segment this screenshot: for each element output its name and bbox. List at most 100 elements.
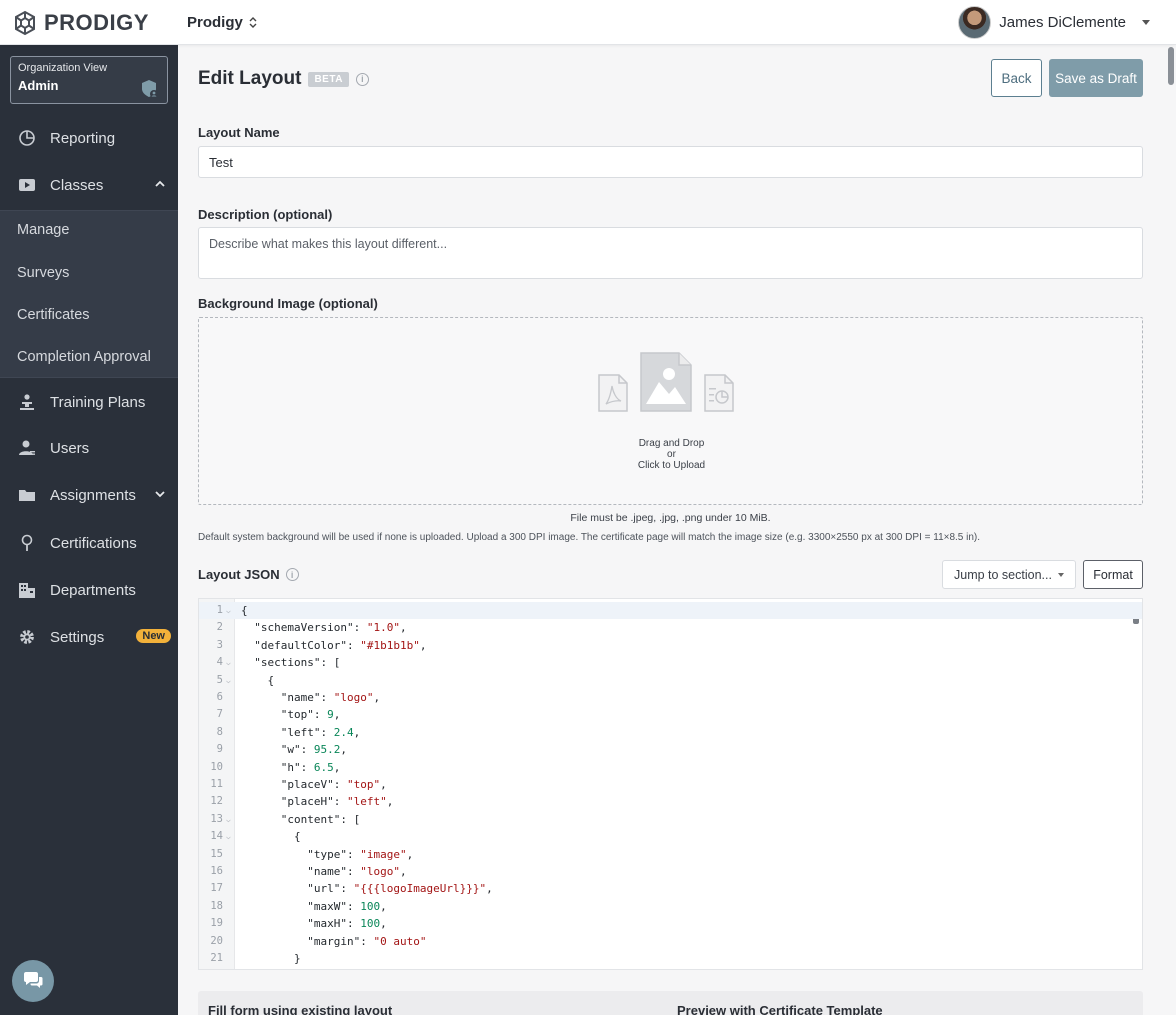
format-button[interactable]: Format — [1083, 560, 1143, 589]
code-line[interactable]: 11 "placeV": "top", — [199, 776, 1142, 793]
fold-chevron-icon[interactable]: ⌵ — [226, 654, 231, 671]
top-bar: PRODIGY Prodigy James DiClemente — [0, 0, 1176, 45]
code-text: "w": 95.2, — [280, 743, 347, 757]
code-text: "name": "logo", — [307, 865, 407, 878]
sidebar-subitem-completion-approval[interactable]: Completion Approval — [17, 349, 151, 365]
code-text: "name": "logo", — [280, 691, 381, 704]
code-text: { — [241, 830, 301, 844]
code-text: "placeV": "top", — [280, 778, 387, 791]
line-number: 11 — [210, 778, 223, 790]
sidebar-item-label: Certifications — [50, 534, 137, 552]
code-text: "left": 2.4, — [280, 725, 361, 739]
line-number: 15 — [210, 847, 223, 860]
code-text: "sections": [ — [254, 656, 341, 670]
background-image-label: Background Image (optional) — [198, 296, 378, 311]
sidebar-item-label: Assignments — [50, 486, 136, 504]
user-menu[interactable]: James DiClemente — [958, 6, 1150, 39]
code-line[interactable]: 16 "name": "logo", — [199, 863, 1142, 880]
building-icon — [18, 581, 36, 599]
code-line[interactable]: 4 ⌵ "sections": [ — [199, 654, 1142, 671]
classes-submenu: Manage Surveys Certificates Completion A… — [0, 210, 178, 378]
line-number: 6 — [216, 691, 223, 703]
line-number: 20 — [210, 934, 223, 947]
code-text: "defaultColor": "#1b1b1b", — [254, 638, 427, 652]
code-text: "maxW": 100, — [307, 899, 387, 913]
save-as-draft-button[interactable]: Save as Draft — [1049, 59, 1143, 97]
line-number: 8 — [216, 725, 223, 738]
sidebar-item-users[interactable]: Users — [0, 425, 178, 471]
bottom-options-bar: Fill form using existing layout Preview … — [198, 991, 1143, 1015]
caret-down-icon — [1142, 20, 1150, 25]
page-scrollbar-thumb[interactable] — [1168, 47, 1174, 85]
organization-view-card[interactable]: Organization View Admin — [10, 56, 168, 104]
code-line[interactable]: 20 "margin": "0 auto" — [199, 933, 1142, 950]
code-line[interactable]: 12 "placeH": "left", — [199, 793, 1142, 810]
code-text: "content": [ — [280, 812, 361, 826]
brand-logo[interactable]: PRODIGY — [12, 10, 149, 36]
code-line[interactable]: 19 "maxH": 100, — [199, 915, 1142, 932]
sidebar-item-assignments[interactable]: Assignments — [0, 472, 178, 518]
code-line[interactable]: 17 "url": "{{{logoImageUrl}}}", — [199, 880, 1142, 897]
layout-json-label-text: Layout JSON — [198, 567, 280, 582]
code-line[interactable]: 15 "type": "image", — [199, 846, 1142, 863]
info-icon[interactable]: i — [355, 72, 369, 86]
sidebar-item-settings[interactable]: Settings New — [0, 614, 178, 660]
beta-badge: BETA — [308, 71, 349, 87]
sidebar-subitem-manage[interactable]: Manage — [17, 222, 69, 238]
chat-support-button[interactable] — [12, 960, 54, 1002]
code-line[interactable]: 2 "schemaVersion": "1.0", — [199, 619, 1142, 636]
background-image-dropzone[interactable]: Drag and Drop or Click to Upload — [198, 317, 1143, 505]
code-line[interactable]: 8 "left": 2.4, — [199, 724, 1142, 741]
sidebar-item-label: Training Plans — [50, 393, 146, 411]
fold-chevron-icon[interactable]: ⌵ — [226, 672, 231, 689]
code-line[interactable]: 5 ⌵ { — [199, 672, 1142, 689]
sidebar-subitem-surveys[interactable]: Surveys — [17, 265, 69, 281]
json-code-editor[interactable]: 1 ⌵{2 "schemaVersion": "1.0", 3 "defaultCo… — [198, 598, 1143, 970]
line-number: 12 — [210, 795, 223, 808]
fold-chevron-icon[interactable]: ⌵ — [226, 828, 231, 845]
line-number: 22 — [199, 967, 223, 969]
chevron-up-icon — [155, 180, 165, 187]
award-icon — [18, 534, 36, 552]
image-file-icon — [640, 352, 692, 412]
fold-chevron-icon[interactable]: ⌵ — [226, 602, 231, 619]
user-name: James DiClemente — [999, 14, 1126, 31]
sidebar-item-departments[interactable]: Departments — [0, 567, 178, 613]
page-scrollbar[interactable] — [1166, 45, 1176, 1015]
document-chart-file-icon — [704, 374, 734, 412]
sidebar-item-label: Users — [50, 439, 90, 457]
code-line[interactable]: 9 "w": 95.2, — [199, 741, 1142, 758]
updown-chevron-icon — [249, 17, 257, 28]
preview-certificate-template-label[interactable]: Preview with Certificate Template — [677, 1003, 883, 1015]
code-line[interactable]: 3 "defaultColor": "#1b1b1b", — [199, 637, 1142, 654]
fill-form-existing-layout-label[interactable]: Fill form using existing layout — [208, 1003, 392, 1015]
code-line[interactable]: 21 } — [199, 950, 1142, 967]
line-number: 16 — [210, 865, 223, 877]
sidebar-subitem-certificates[interactable]: Certificates — [17, 307, 90, 323]
code-line[interactable]: 7 "top": 9, — [199, 706, 1142, 723]
org-switcher[interactable]: Prodigy — [187, 14, 257, 31]
line-number: 5 — [216, 673, 223, 686]
line-number: 10 — [210, 760, 223, 773]
dropzone-line-3: Click to Upload — [637, 460, 706, 471]
info-icon[interactable]: i — [285, 568, 299, 581]
description-textarea[interactable]: Describe what makes this layout differen… — [198, 227, 1143, 279]
layout-name-input[interactable]: Test — [198, 146, 1143, 178]
code-line[interactable]: 18 "maxW": 100, — [199, 898, 1142, 915]
sidebar-item-classes[interactable]: Classes — [0, 162, 178, 208]
admin-shield-icon — [142, 80, 158, 98]
fold-chevron-icon[interactable]: ⌵ — [226, 811, 231, 828]
code-line[interactable]: 14 ⌵ { — [199, 828, 1142, 845]
line-number: 18 — [210, 899, 223, 912]
code-line[interactable]: 10 "h": 6.5, — [199, 759, 1142, 776]
code-line[interactable]: 1 ⌵ { — [199, 602, 1142, 620]
code-line[interactable]: 22 ], — [199, 967, 1142, 969]
sidebar-item-certifications[interactable]: Certifications — [0, 520, 178, 566]
back-button[interactable]: Back — [991, 59, 1042, 97]
code-line[interactable]: 6 "name": "logo", — [199, 689, 1142, 706]
jump-to-section-select[interactable]: Jump to section... — [942, 560, 1076, 589]
code-text: ], — [241, 967, 294, 969]
sidebar-item-reporting[interactable]: Reporting — [0, 115, 178, 161]
code-line[interactable]: 13 ⌵ "content": [ — [199, 811, 1142, 828]
sidebar-item-training-plans[interactable]: Training Plans — [0, 379, 178, 425]
